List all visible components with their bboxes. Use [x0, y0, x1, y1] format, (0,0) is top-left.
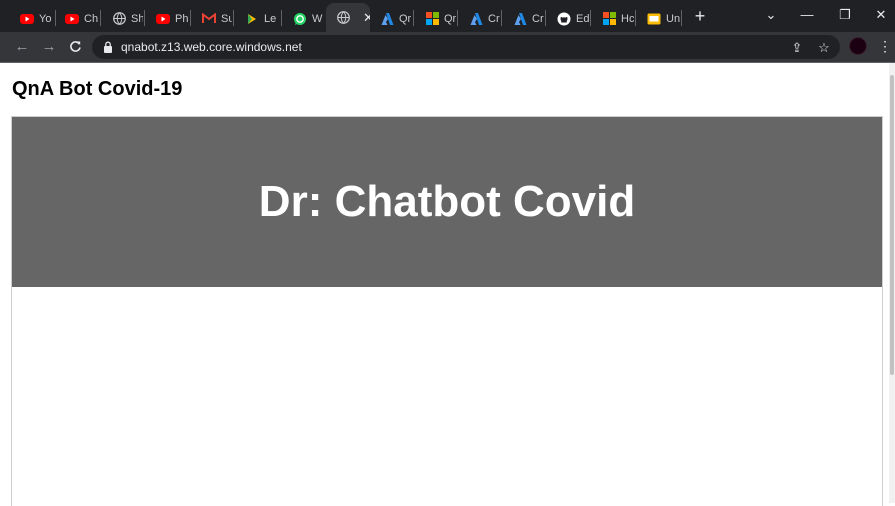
note-icon	[647, 12, 661, 26]
tab-strip: Yo Ch Sh Ph Sul Le Wl ✕ Qr Qr Cr Cr Ed Hc Un + ⌄ — ❐ ✕	[0, 0, 895, 32]
tab-separator	[413, 10, 414, 26]
tab-active[interactable]: ✕	[326, 3, 370, 32]
back-button[interactable]: ←	[11, 36, 33, 58]
tab-title: Yo	[39, 12, 52, 25]
forward-button[interactable]: →	[38, 36, 60, 58]
tab-title: Ph	[175, 12, 189, 25]
restore-button[interactable]: ❐	[830, 4, 860, 26]
chatbot-frame: Dr: Chatbot Covid	[11, 116, 883, 506]
reload-button[interactable]	[64, 36, 86, 58]
browser-tab[interactable]: Sul	[192, 5, 232, 32]
azure-icon	[513, 12, 527, 26]
microsoft-icon	[602, 12, 616, 26]
browser-tab[interactable]: Ch	[55, 5, 99, 32]
close-tab-icon[interactable]: ✕	[363, 10, 370, 26]
tab-separator	[590, 10, 591, 26]
browser-tab[interactable]: Cr	[503, 5, 544, 32]
tab-separator	[233, 10, 234, 26]
tab-separator	[281, 10, 282, 26]
tab-search-button[interactable]: ⌄	[756, 4, 786, 26]
browser-tab[interactable]: Ed	[547, 5, 589, 32]
youtube-icon	[156, 12, 170, 26]
tab-title: Cr	[532, 12, 544, 25]
globe-icon	[336, 11, 350, 25]
tab-title: Un	[666, 12, 680, 25]
browser-menu-button[interactable]: ⋮	[878, 37, 892, 55]
youtube-icon	[20, 12, 34, 26]
browser-tab[interactable]: Le	[235, 5, 280, 32]
new-tab-button[interactable]: +	[690, 7, 710, 27]
tab-separator	[100, 10, 101, 26]
tab-separator	[501, 10, 502, 26]
gmail-icon	[202, 12, 216, 26]
browser-tab[interactable]: Sh	[102, 5, 143, 32]
tab-title: Ch	[84, 12, 99, 25]
globe-icon	[112, 12, 126, 26]
browser-tab[interactable]: Yo	[10, 5, 54, 32]
browser-tab[interactable]: Hc	[592, 5, 634, 32]
reload-icon	[69, 41, 81, 52]
tab-separator	[457, 10, 458, 26]
browser-tab[interactable]: Un	[637, 5, 680, 32]
whatsapp-icon	[293, 12, 307, 26]
page-title: QnA Bot Covid-19	[12, 78, 183, 100]
browser-tab[interactable]: Ph	[146, 5, 189, 32]
share-icon[interactable]: ⇪	[789, 40, 805, 56]
tab-title: Qr	[444, 12, 456, 25]
tab-separator	[190, 10, 191, 26]
tab-title: Wl	[312, 12, 323, 25]
address-bar[interactable]: qnabot.z13.web.core.windows.net ⇪ ☆	[92, 35, 840, 59]
chatbot-banner-title: Dr: Chatbot Covid	[258, 177, 636, 226]
close-window-button[interactable]: ✕	[866, 4, 895, 26]
azure-icon	[380, 12, 394, 26]
profile-avatar[interactable]	[849, 37, 867, 55]
browser-tab[interactable]: Qr	[415, 5, 456, 32]
browser-tab[interactable]: Wl	[283, 5, 323, 32]
url-text: qnabot.z13.web.core.windows.net	[121, 40, 302, 54]
browser-tab[interactable]: Cr	[459, 5, 500, 32]
tab-title: Hc	[621, 12, 634, 25]
browser-tab[interactable]: Qr	[370, 5, 412, 32]
page-scrollbar[interactable]	[889, 63, 895, 503]
lock-icon	[104, 41, 112, 53]
chatbot-banner: Dr: Chatbot Covid	[12, 117, 882, 287]
minimize-button[interactable]: —	[792, 4, 822, 26]
bookmark-star-icon[interactable]: ☆	[816, 40, 832, 56]
tab-separator	[681, 10, 682, 26]
tab-title: Cr	[488, 12, 500, 25]
google-play-icon	[245, 12, 259, 26]
tab-separator	[144, 10, 145, 26]
microsoft-icon	[425, 12, 439, 26]
tab-separator	[635, 10, 636, 26]
tab-title: Sh	[131, 12, 143, 25]
tab-title: Ed	[576, 12, 589, 25]
web-page: QnA Bot Covid-19 Dr: Chatbot Covid	[0, 63, 889, 506]
browser-toolbar: ← → qnabot.z13.web.core.windows.net ⇪ ☆	[0, 32, 895, 62]
tab-title: Qr	[399, 12, 412, 25]
scrollbar-thumb[interactable]	[890, 75, 894, 375]
tab-title: Sul	[221, 12, 232, 25]
github-icon	[557, 12, 571, 26]
youtube-icon	[65, 12, 79, 26]
tab-title: Le	[264, 12, 277, 25]
azure-icon	[469, 12, 483, 26]
tab-separator	[545, 10, 546, 26]
